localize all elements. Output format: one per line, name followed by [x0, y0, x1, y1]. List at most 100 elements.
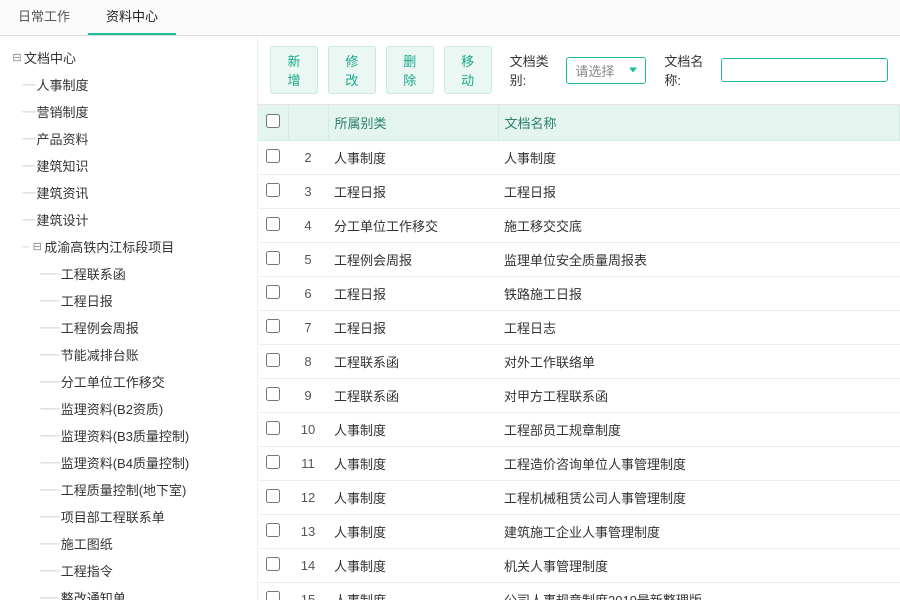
tree-item[interactable]: ┈┈┈分工单位工作移交: [4, 368, 257, 395]
row-category: 人事制度: [328, 549, 498, 583]
tree-item-label: 监理资料(B2资质): [61, 399, 164, 418]
tree-item[interactable]: ┈┈人事制度: [4, 71, 257, 98]
table-row[interactable]: 7工程日报工程日志: [258, 311, 900, 345]
delete-button[interactable]: 删除: [386, 46, 434, 94]
table-row[interactable]: 14人事制度机关人事管理制度: [258, 549, 900, 583]
table-row[interactable]: 9工程联系函对甲方工程联系函: [258, 379, 900, 413]
row-checkbox[interactable]: [266, 251, 280, 265]
row-checkbox[interactable]: [266, 285, 280, 299]
row-checkbox[interactable]: [266, 319, 280, 333]
row-category: 工程日报: [328, 175, 498, 209]
header-checkbox: [258, 105, 288, 141]
tree-item[interactable]: ┈┈建筑知识: [4, 152, 257, 179]
row-category: 人事制度: [328, 413, 498, 447]
row-name: 建筑施工企业人事管理制度: [498, 515, 900, 549]
main-panel: 新增 修改 删除 移动 文档类别: 请选择 文档名称: 所属别类 文档名称: [258, 36, 900, 600]
row-category: 工程联系函: [328, 379, 498, 413]
collapse-icon[interactable]: ⊟: [10, 51, 24, 64]
row-checkbox[interactable]: [266, 557, 280, 571]
row-checkbox[interactable]: [266, 149, 280, 163]
tab-bar: 日常工作 资料中心: [0, 0, 900, 36]
table-row[interactable]: 13人事制度建筑施工企业人事管理制度: [258, 515, 900, 549]
tree-item[interactable]: ┈┈建筑资讯: [4, 179, 257, 206]
tab-daily-work[interactable]: 日常工作: [0, 0, 88, 35]
table-row[interactable]: 6工程日报铁路施工日报: [258, 277, 900, 311]
tab-data-center[interactable]: 资料中心: [88, 0, 176, 35]
row-category: 人事制度: [328, 583, 498, 600]
category-label: 文档类别:: [510, 51, 557, 89]
tree-item-label: 建筑知识: [36, 156, 88, 175]
tree-item[interactable]: ┈┈┈工程指令: [4, 557, 257, 584]
row-index: 11: [288, 447, 328, 481]
row-category: 人事制度: [328, 141, 498, 175]
tree-item-label: 项目部工程联系单: [61, 507, 165, 526]
row-checkbox[interactable]: [266, 421, 280, 435]
row-name: 工程机械租赁公司人事管理制度: [498, 481, 900, 515]
table-row[interactable]: 3工程日报工程日报: [258, 175, 900, 209]
row-index: 2: [288, 141, 328, 175]
table-row[interactable]: 15人事制度公司人事规章制度2019最新整理版: [258, 583, 900, 600]
table-row[interactable]: 10人事制度工程部员工规章制度: [258, 413, 900, 447]
row-category: 人事制度: [328, 515, 498, 549]
select-all-checkbox[interactable]: [266, 114, 280, 128]
tree-item[interactable]: ┈┈┈节能减排台账: [4, 341, 257, 368]
table-row[interactable]: 5工程例会周报监理单位安全质量周报表: [258, 243, 900, 277]
collapse-icon[interactable]: ⊟: [30, 240, 44, 253]
row-checkbox[interactable]: [266, 591, 280, 600]
doc-name-input[interactable]: [721, 58, 888, 82]
header-category[interactable]: 所属别类: [328, 105, 498, 141]
edit-button[interactable]: 修改: [328, 46, 376, 94]
tree-item[interactable]: ┈┈┈整改通知单: [4, 584, 257, 600]
tree-item-label: 营销制度: [36, 102, 88, 121]
row-name: 工程部员工规章制度: [498, 413, 900, 447]
tree-item-label: 人事制度: [36, 75, 88, 94]
tree-item[interactable]: ┈┈┈项目部工程联系单: [4, 503, 257, 530]
row-checkbox[interactable]: [266, 455, 280, 469]
row-index: 5: [288, 243, 328, 277]
tree-item-label: 施工图纸: [61, 534, 113, 553]
row-category: 人事制度: [328, 447, 498, 481]
header-name[interactable]: 文档名称: [498, 105, 900, 141]
add-button[interactable]: 新增: [270, 46, 318, 94]
tree-item[interactable]: ┈┈┈监理资料(B2资质): [4, 395, 257, 422]
tree-item[interactable]: ┈┈营销制度: [4, 98, 257, 125]
tree-item[interactable]: ┈┈┈工程联系函: [4, 260, 257, 287]
row-index: 9: [288, 379, 328, 413]
row-category: 工程联系函: [328, 345, 498, 379]
category-select[interactable]: 请选择: [566, 57, 646, 84]
row-index: 12: [288, 481, 328, 515]
row-checkbox[interactable]: [266, 217, 280, 231]
row-index: 8: [288, 345, 328, 379]
tree-item[interactable]: ┈┈┈工程质量控制(地下室): [4, 476, 257, 503]
row-checkbox[interactable]: [266, 387, 280, 401]
tree-item[interactable]: ┈┈建筑设计: [4, 206, 257, 233]
row-checkbox[interactable]: [266, 353, 280, 367]
table-row[interactable]: 11人事制度工程造价咨询单位人事管理制度: [258, 447, 900, 481]
tree-item-label: 节能减排台账: [61, 345, 139, 364]
table-row[interactable]: 2人事制度人事制度: [258, 141, 900, 175]
tree-item-label: 建筑设计: [36, 210, 88, 229]
row-name: 工程日志: [498, 311, 900, 345]
move-button[interactable]: 移动: [444, 46, 492, 94]
row-checkbox[interactable]: [266, 489, 280, 503]
table-row[interactable]: 4分工单位工作移交施工移交交底: [258, 209, 900, 243]
tree-item-label: 产品资料: [36, 129, 88, 148]
toolbar: 新增 修改 删除 移动 文档类别: 请选择 文档名称:: [258, 36, 900, 104]
tree-item-label: 工程质量控制(地下室): [61, 480, 187, 499]
tree-item[interactable]: ┈┈┈工程日报: [4, 287, 257, 314]
tree-root[interactable]: ⊟ 文档中心: [4, 44, 257, 71]
tree-item[interactable]: ┈┈产品资料: [4, 125, 257, 152]
tree-item[interactable]: ┈┈┈监理资料(B3质量控制): [4, 422, 257, 449]
row-checkbox[interactable]: [266, 183, 280, 197]
row-category: 人事制度: [328, 481, 498, 515]
tree-item-label: 整改通知单: [61, 588, 126, 600]
table-row[interactable]: 8工程联系函对外工作联络单: [258, 345, 900, 379]
row-checkbox[interactable]: [266, 523, 280, 537]
tree-item[interactable]: ┈┈┈监理资料(B4质量控制): [4, 449, 257, 476]
table-row[interactable]: 12人事制度工程机械租赁公司人事管理制度: [258, 481, 900, 515]
tree-item[interactable]: ┈┈┈工程例会周报: [4, 314, 257, 341]
tree-item[interactable]: ┈┈┈施工图纸: [4, 530, 257, 557]
tree-project[interactable]: ┈ ⊟ 成渝高铁内江标段项目: [4, 233, 257, 260]
row-index: 3: [288, 175, 328, 209]
row-name: 监理单位安全质量周报表: [498, 243, 900, 277]
